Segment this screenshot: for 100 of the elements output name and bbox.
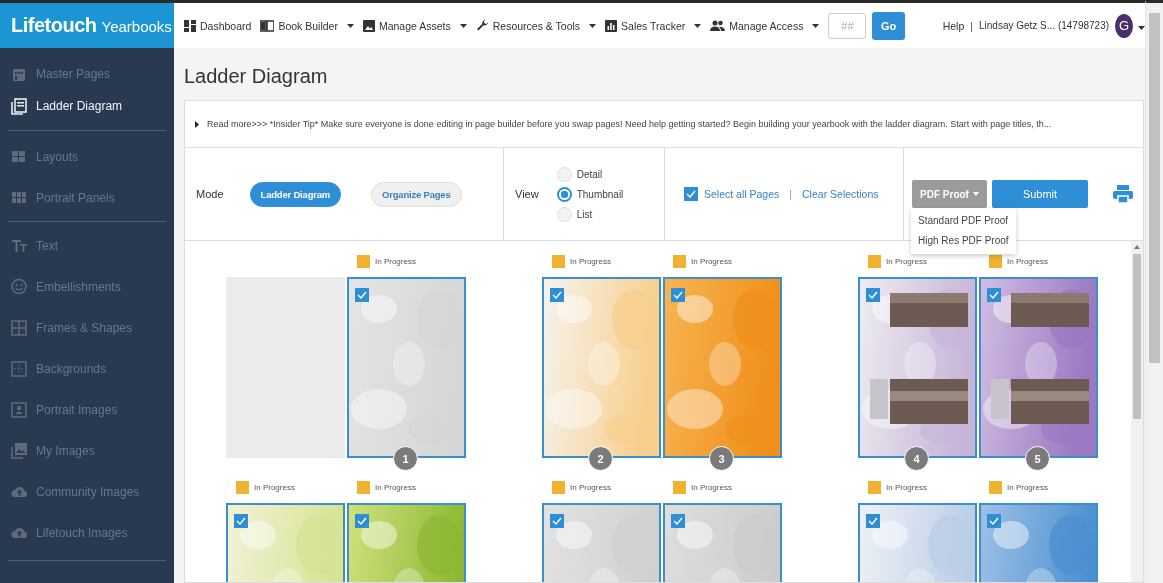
checkbox[interactable] [671,288,685,302]
sidebar-item[interactable]: Portrait Panels [8,177,166,218]
checkbox[interactable] [550,514,564,528]
document-icon [11,97,27,115]
user-name[interactable]: Lindsay Getz S... (14798723) [978,20,1110,31]
status-label: In Progress [1007,256,1048,266]
status-label: In Progress [375,256,416,266]
sidebar-item[interactable]: Text [8,225,166,266]
tip-text: Read more>>> *Insider Tip* Make sure everyone is done editing in page builder before you swap pages! Need help getting started? Begin building your yearbook with the ladder diagram. Start with page titles, th... [207,119,1052,129]
background-icon [11,360,27,377]
checkbox[interactable] [866,514,880,528]
menu-item[interactable]: High Res PDF Proof [911,231,1016,251]
status-marker [868,480,881,494]
status-marker [357,480,370,494]
status-label: In Progress [886,482,927,492]
print-icon[interactable] [1113,185,1133,203]
sidebar-item[interactable]: Master Pages [8,58,166,90]
sidebar-item[interactable]: Portrait Images [8,389,166,430]
caret-icon [972,192,979,196]
sidebar-item[interactable]: Frames & Shapes [8,307,166,348]
status-label: In Progress [570,482,611,492]
grid-icon [11,148,27,165]
status-marker [552,480,565,494]
people-icon [710,20,726,31]
clear-selections-link[interactable]: Clear Selections [802,188,879,200]
checkbox[interactable] [234,514,248,528]
mode-toggle[interactable]: Ladder Diagram [249,181,342,207]
checkbox[interactable] [987,514,1001,528]
select-all-link[interactable]: Select all Pages [704,188,780,200]
images-icon [11,442,27,459]
sidebar-item[interactable]: Layouts [8,136,166,177]
text-icon [11,237,27,254]
nav-item[interactable]: Manage Access [710,19,820,32]
separator: | [970,19,973,32]
scrollbar-thumb[interactable] [1149,13,1160,363]
caret-icon [694,23,702,28]
status-label: In Progress [1007,482,1048,492]
caret-icon [812,23,820,28]
radio-button[interactable] [556,186,572,202]
sidebar-item[interactable]: Community Images [8,471,166,512]
checkbox[interactable] [355,288,369,302]
portrait-icon [11,401,27,418]
checkbox[interactable] [684,187,698,201]
expand-triangle-icon[interactable] [195,120,199,128]
status-label: In Progress [691,256,732,266]
mode-label: Mode [196,188,224,200]
menu-item[interactable]: Standard PDF Proof [911,211,1016,231]
help-link[interactable]: Help [942,19,965,32]
scroll-up-icon[interactable] [1134,245,1140,249]
caret-icon [589,23,597,28]
status-marker [236,480,249,494]
status-marker [989,254,1002,268]
separator: | [789,188,793,200]
nav-item[interactable]: Resources & Tools [475,19,597,32]
status-marker [673,254,686,268]
frame-icon [11,319,27,336]
status-label: In Progress [570,256,611,266]
status-marker [673,480,686,494]
user-avatar[interactable]: G [1115,13,1133,38]
dashboard-icon [184,19,196,32]
chart-icon [605,19,618,32]
radio-label: Thumbnail [576,188,624,200]
status-label: In Progress [254,482,295,492]
nav-item[interactable]: Book Builder [260,19,354,32]
grid-icon [11,189,27,206]
status-marker [357,254,370,268]
status-label: In Progress [691,482,732,492]
status-marker [552,254,565,268]
wrench-icon [475,19,489,32]
sidebar-item[interactable]: Lifetouch Images [8,512,166,553]
sidebar-item[interactable]: Embellishments [8,266,166,307]
book-icon [260,19,275,32]
sidebar-item[interactable]: Ladder Diagram [8,90,166,122]
sidebar-item[interactable]: My Images [8,430,166,471]
sidebar-item[interactable]: Backgrounds [8,348,166,389]
scrollbar-thumb[interactable] [1133,254,1141,419]
status-marker [868,254,881,268]
page-number-field[interactable]: ## [828,12,867,39]
smiley-icon [11,278,27,295]
caret-icon [346,23,354,28]
status-label: In Progress [886,256,927,266]
view-label: View [515,188,539,200]
submit-button[interactable]: Submit [992,180,1088,208]
nav-item[interactable]: Dashboard [184,19,252,32]
caret-icon [459,23,467,28]
checkbox[interactable] [866,288,880,302]
checkbox[interactable] [671,514,685,528]
radio-label: List [576,208,593,220]
mode-toggle[interactable]: Organize Pages [371,181,462,207]
status-marker [989,480,1002,494]
image-icon [362,19,375,32]
checkbox[interactable] [550,288,564,302]
nav-item[interactable]: Manage Assets [362,19,467,32]
pdf-proof-dropdown[interactable]: PDF Proof [912,180,987,208]
radio-label: Detail [576,168,603,180]
go-button[interactable]: Go [872,11,905,40]
status-label: In Progress [375,482,416,492]
checkbox[interactable] [987,288,1001,302]
checkbox[interactable] [355,514,369,528]
nav-item[interactable]: Sales Tracker [605,19,702,32]
